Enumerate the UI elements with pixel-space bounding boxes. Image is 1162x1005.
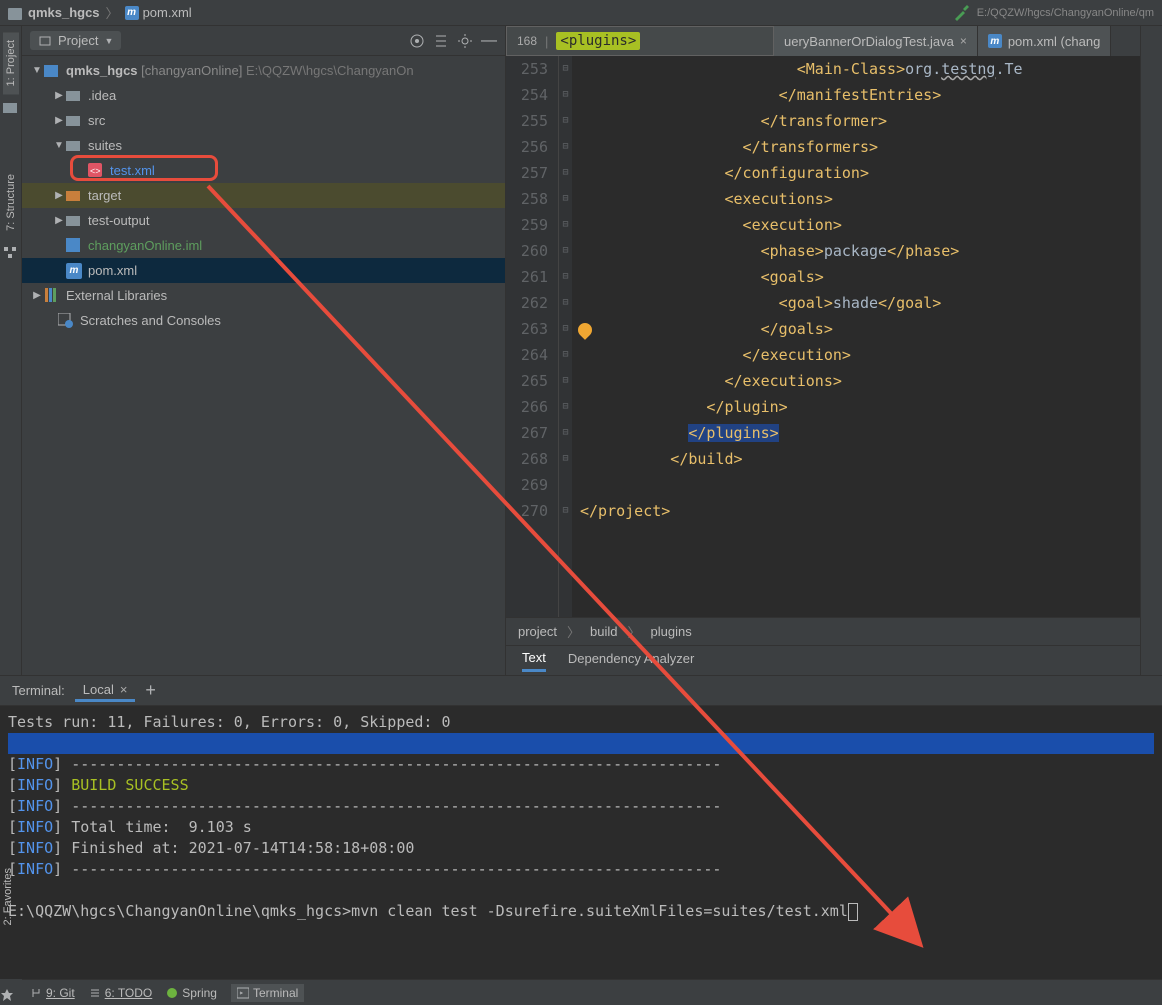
tree-node-idea[interactable]: ▶ .idea bbox=[22, 83, 505, 108]
tree-node-scratches[interactable]: Scratches and Consoles bbox=[22, 308, 505, 333]
iml-file-icon bbox=[66, 238, 82, 254]
maven-icon: m bbox=[125, 6, 139, 20]
maven-icon: m bbox=[66, 263, 82, 279]
tool-tab-favorites-wrap: 2: Favorites bbox=[0, 860, 22, 933]
folder-icon bbox=[8, 6, 22, 20]
tree-root[interactable]: ▼ qmks_hgcs [changyanOnline] E:\QQZW\hgc… bbox=[22, 58, 505, 83]
chevron-right-icon: 〉 bbox=[628, 622, 641, 641]
breadcrumb-plugins[interactable]: plugins bbox=[651, 624, 692, 639]
editor-tabs-bar: 168 | <plugins> ueryBannerOrDialogTest.j… bbox=[506, 26, 1140, 56]
project-view-label: Project bbox=[58, 33, 98, 48]
gear-icon[interactable] bbox=[457, 33, 473, 49]
project-tool-window: Project ▼ — ▼ qmks_hgcs [changyanOnline]… bbox=[22, 26, 506, 675]
editor-tab-pom[interactable]: m pom.xml (chang bbox=[978, 26, 1111, 56]
structure-icon bbox=[3, 245, 19, 261]
run-config-path[interactable]: E:/QQZW/hgcs/ChangyanOnline/qm bbox=[977, 7, 1154, 19]
tree-node-src[interactable]: ▶ src bbox=[22, 108, 505, 133]
spring-icon bbox=[166, 987, 178, 999]
terminal-output[interactable]: Tests run: 11, Failures: 0, Errors: 0, S… bbox=[0, 706, 1162, 979]
tree-node-suites[interactable]: ▼ suites bbox=[22, 133, 505, 158]
minimize-icon[interactable]: — bbox=[481, 32, 497, 50]
list-icon bbox=[89, 987, 101, 999]
chevron-right-icon: ▶ bbox=[52, 190, 66, 201]
close-icon[interactable]: × bbox=[120, 682, 128, 697]
breadcrumb-bar: qmks_hgcs 〉 m pom.xml E:/QQZW/hgcs/Chang… bbox=[0, 0, 1162, 26]
folder-icon bbox=[66, 188, 82, 204]
statusbar-git[interactable]: 9: Git bbox=[30, 986, 75, 1000]
chevron-right-icon: ▶ bbox=[52, 215, 66, 226]
project-tree[interactable]: ▼ qmks_hgcs [changyanOnline] E:\QQZW\hgc… bbox=[22, 56, 505, 675]
breadcrumb-project[interactable]: qmks_hgcs bbox=[28, 5, 100, 20]
right-tool-gutter bbox=[1140, 26, 1162, 675]
tree-node-iml[interactable]: changyanOnline.iml bbox=[22, 233, 505, 258]
chevron-right-icon: 〉 bbox=[567, 622, 580, 641]
terminal-tab-local[interactable]: Local × bbox=[75, 680, 136, 702]
maven-icon: m bbox=[988, 34, 1002, 48]
btab-dependency[interactable]: Dependency Analyzer bbox=[568, 651, 694, 670]
chevron-right-icon: ▶ bbox=[52, 90, 66, 101]
chevron-right-icon: 〉 bbox=[106, 3, 119, 22]
module-icon bbox=[44, 63, 60, 79]
editor-breadcrumb[interactable]: project 〉 build 〉 plugins bbox=[506, 617, 1140, 645]
breadcrumb-project[interactable]: project bbox=[518, 624, 557, 639]
editor-area: 168 | <plugins> ueryBannerOrDialogTest.j… bbox=[506, 26, 1140, 675]
svg-text:<>: <> bbox=[90, 166, 101, 176]
breadcrumb-build[interactable]: build bbox=[590, 624, 617, 639]
collapse-icon[interactable] bbox=[433, 33, 449, 49]
statusbar-spring[interactable]: Spring bbox=[166, 986, 217, 1000]
star-icon[interactable] bbox=[0, 988, 14, 1002]
btab-text[interactable]: Text bbox=[522, 650, 546, 672]
chevron-down-icon: ▼ bbox=[104, 36, 113, 46]
target-icon[interactable] bbox=[409, 33, 425, 49]
tree-node-ext-libs[interactable]: ▶ External Libraries bbox=[22, 283, 505, 308]
statusbar-todo[interactable]: 6: TODO bbox=[89, 986, 153, 1000]
terminal-title: Terminal: bbox=[12, 683, 65, 698]
code-content[interactable]: <Main-Class>org.testng.Te </manifestEntr… bbox=[572, 56, 1140, 617]
status-bar: 9: Git 6: TODO Spring Terminal bbox=[22, 979, 1162, 1005]
close-icon[interactable]: × bbox=[960, 34, 967, 48]
chevron-down-icon: ▼ bbox=[52, 140, 66, 151]
search-result-pill[interactable]: 168 | <plugins> bbox=[506, 26, 774, 56]
xml-file-icon: <> bbox=[88, 163, 104, 179]
tree-node-testoutput[interactable]: ▶ test-output bbox=[22, 208, 505, 233]
tool-tab-structure[interactable]: 7: Structure bbox=[3, 166, 19, 239]
terminal-panel: Terminal: Local × + Tests run: 11, Failu… bbox=[0, 675, 1162, 979]
hammer-icon[interactable] bbox=[953, 5, 969, 21]
tool-tab-project[interactable]: 1: Project bbox=[3, 32, 19, 94]
terminal-icon bbox=[237, 987, 249, 999]
tree-node-target[interactable]: ▶ target bbox=[22, 183, 505, 208]
tool-tab-favorites[interactable]: 2: Favorites bbox=[0, 860, 16, 933]
folder-icon bbox=[66, 138, 82, 154]
left-tool-gutter: 1: Project 7: Structure bbox=[0, 26, 22, 675]
editor-tab-java[interactable]: ueryBannerOrDialogTest.java × bbox=[774, 26, 978, 56]
line-number-gutter: 253254255 256257258 259260261 262263264 … bbox=[506, 56, 558, 617]
tree-node-testxml[interactable]: <> test.xml bbox=[22, 158, 505, 183]
chevron-right-icon: ▶ bbox=[52, 115, 66, 126]
folder-icon bbox=[3, 100, 19, 116]
chevron-right-icon: ▶ bbox=[30, 290, 44, 301]
terminal-cursor bbox=[848, 903, 858, 921]
statusbar-terminal[interactable]: Terminal bbox=[231, 984, 304, 1002]
project-view-selector[interactable]: Project ▼ bbox=[30, 31, 121, 50]
folder-icon bbox=[66, 113, 82, 129]
breadcrumb-file[interactable]: pom.xml bbox=[143, 5, 192, 20]
add-terminal-icon[interactable]: + bbox=[145, 680, 156, 701]
editor-bottom-tabs: Text Dependency Analyzer bbox=[506, 645, 1140, 675]
search-term: <plugins> bbox=[556, 32, 640, 50]
library-icon bbox=[44, 288, 60, 304]
folder-icon bbox=[66, 88, 82, 104]
git-branch-icon bbox=[30, 987, 42, 999]
search-count: 168 bbox=[517, 34, 537, 48]
fold-gutter[interactable]: ⊟⊟⊟⊟ ⊟⊟⊟⊟ ⊟⊟⊟⊟ ⊟⊟⊟⊟ ⊟ bbox=[558, 56, 572, 617]
code-editor[interactable]: 253254255 256257258 259260261 262263264 … bbox=[506, 56, 1140, 617]
chevron-down-icon: ▼ bbox=[30, 65, 44, 76]
scratches-icon bbox=[58, 313, 74, 329]
folder-icon bbox=[66, 213, 82, 229]
tree-node-pom[interactable]: m pom.xml bbox=[22, 258, 505, 283]
